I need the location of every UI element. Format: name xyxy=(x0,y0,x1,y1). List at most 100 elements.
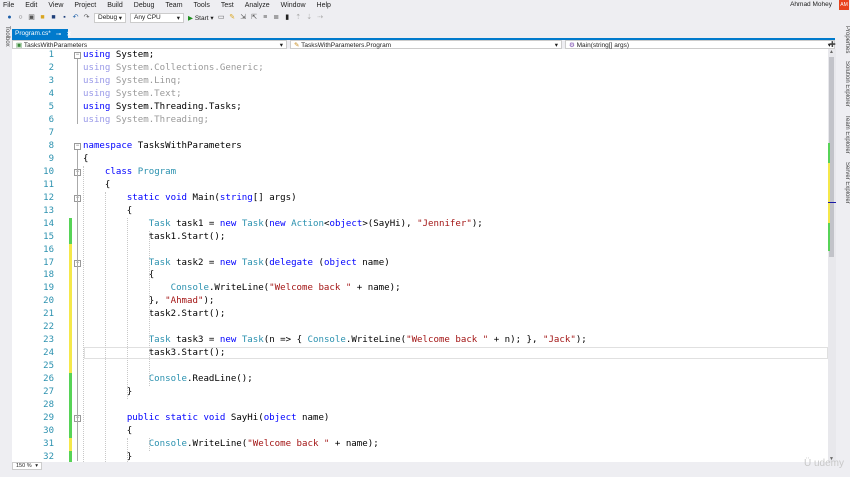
attach-icon[interactable]: ▭ xyxy=(218,14,225,21)
split-editor-icon[interactable]: ✚ xyxy=(829,40,836,49)
find-icon[interactable]: ✎ xyxy=(229,14,236,21)
menu-window[interactable]: Window xyxy=(281,2,306,9)
code-line[interactable]: using System.Threading.Tasks; xyxy=(83,101,242,114)
save-icon[interactable]: ■ xyxy=(50,14,57,21)
code-line[interactable]: Console.WriteLine("Welcome back " + name… xyxy=(83,282,401,295)
panel-tab-properties[interactable]: Properties xyxy=(838,26,850,53)
code-token: name) xyxy=(356,257,390,268)
prev-bookmark-icon[interactable]: ⇡ xyxy=(295,14,302,21)
code-editor[interactable]: 1 using System; 2 using System.Collections.… xyxy=(12,49,828,462)
start-button[interactable]: ▶ Start ▾ xyxy=(188,14,214,22)
code-line[interactable]: { xyxy=(83,179,110,192)
line-number: 19 xyxy=(43,283,54,294)
indent-guide xyxy=(149,438,150,452)
code-line[interactable]: using System.Threading; xyxy=(83,114,209,127)
configuration-dropdown[interactable]: Debug ▾ xyxy=(94,12,126,23)
project-dropdown[interactable]: ▣ TasksWithParameters ▾ xyxy=(12,40,287,49)
indent-guide xyxy=(127,217,128,400)
open-icon[interactable]: ■ xyxy=(39,14,46,21)
menu-debug[interactable]: Debug xyxy=(134,2,155,9)
code-token: TasksWithParameters xyxy=(132,140,242,151)
code-line[interactable]: using System; xyxy=(83,49,154,62)
toolbar: ● ○ ▣ ■ ■ ▪ ↶ ↷ Debug ▾ Any CPU ▾ ▶ Start … xyxy=(6,11,324,24)
uncomment-icon[interactable]: ≣ xyxy=(273,14,280,21)
code-token: } xyxy=(83,387,133,398)
panel-tab-solution-explorer[interactable]: Solution Explorer xyxy=(838,61,850,107)
member-dropdown[interactable]: ⚙ Main(string[] args) ▾ xyxy=(565,40,835,49)
tab-program-cs[interactable]: Program.cs* ⊸ ✕ xyxy=(12,29,72,38)
bookmark-icon[interactable]: ▮ xyxy=(284,14,291,21)
code-line[interactable]: { xyxy=(83,425,132,438)
collapse-icon[interactable]: − xyxy=(74,52,81,59)
menu-build[interactable]: Build xyxy=(107,2,123,9)
code-line[interactable]: Task task2 = new Task(delegate (object n… xyxy=(83,257,390,270)
code-line[interactable]: using System.Collections.Generic; xyxy=(83,62,264,75)
panel-tab-server-explorer[interactable]: Server Explorer xyxy=(838,162,850,204)
menu-project[interactable]: Project xyxy=(74,2,96,9)
line-number: 3 xyxy=(48,75,54,86)
code-token: .ReadLine(); xyxy=(187,374,253,385)
step-over-icon[interactable]: ⇱ xyxy=(251,14,258,21)
play-icon: ▶ xyxy=(188,14,193,22)
menu-analyze[interactable]: Analyze xyxy=(245,2,270,9)
code-line[interactable]: using System.Linq; xyxy=(83,75,182,88)
close-icon[interactable]: ✕ xyxy=(66,30,71,38)
menu-edit[interactable]: Edit xyxy=(25,2,37,9)
code-token: .WriteLine( xyxy=(345,335,407,346)
code-token: { xyxy=(83,270,155,281)
platform-dropdown[interactable]: Any CPU ▾ xyxy=(130,12,184,23)
toolbox-panel-tab[interactable]: Toolbox xyxy=(0,26,10,56)
collapse-icon[interactable]: − xyxy=(74,142,81,150)
menu-help[interactable]: Help xyxy=(317,2,331,9)
next-bookmark-icon[interactable]: ⇣ xyxy=(306,14,313,21)
pin-icon[interactable]: ⊸ xyxy=(56,30,61,38)
class-dropdown[interactable]: ✎ TasksWithParameters.Program ▾ xyxy=(290,40,562,49)
code-line[interactable]: namespace TasksWithParameters xyxy=(83,140,242,153)
code-token: Console xyxy=(170,283,209,294)
comment-icon[interactable]: ≡ xyxy=(262,14,269,21)
code-token: } xyxy=(83,452,133,462)
code-line[interactable]: Task task1 = new Task(new Action<object>… xyxy=(83,218,483,231)
step-icon[interactable]: ⇲ xyxy=(240,14,247,21)
menu-test[interactable]: Test xyxy=(221,2,234,9)
user-name[interactable]: Ahmad Mohey xyxy=(790,1,832,8)
undo-icon[interactable]: ↶ xyxy=(72,14,79,21)
code-token: using xyxy=(83,101,111,112)
vertical-scrollbar[interactable]: ▲ ▼ xyxy=(828,49,836,462)
redo-icon[interactable]: ↷ xyxy=(83,14,90,21)
member-value: Main(string[] args) xyxy=(576,41,630,49)
code-line[interactable]: { xyxy=(83,153,88,166)
menu-tools[interactable]: Tools xyxy=(194,2,210,9)
menu-team[interactable]: Team xyxy=(165,2,182,9)
code-line[interactable]: static void Main(string[] args) xyxy=(83,192,297,205)
line-number: 14 xyxy=(43,218,54,229)
code-line[interactable]: using System.Text; xyxy=(83,88,182,101)
menu-view[interactable]: View xyxy=(48,2,63,9)
code-line[interactable]: Console.ReadLine(); xyxy=(83,373,253,386)
scroll-up-icon[interactable]: ▲ xyxy=(829,49,834,55)
change-marker-green xyxy=(69,451,72,462)
indent-guide xyxy=(105,191,106,462)
forward-icon[interactable]: ○ xyxy=(17,14,24,21)
code-line[interactable]: } xyxy=(83,386,132,399)
avatar[interactable]: AM xyxy=(839,0,849,10)
code-line[interactable]: public static void SayHi(object name) xyxy=(83,412,330,425)
clear-bookmarks-icon[interactable]: ⇢ xyxy=(317,14,324,21)
code-line[interactable]: } xyxy=(83,451,132,462)
back-icon[interactable]: ● xyxy=(6,14,13,21)
save-all-icon[interactable]: ▪ xyxy=(61,14,68,21)
start-label: Start xyxy=(194,14,209,22)
line-number: 2 xyxy=(48,62,54,73)
code-token: new xyxy=(219,335,237,346)
menu-file[interactable]: File xyxy=(3,2,14,9)
code-line[interactable]: class Program xyxy=(83,166,176,179)
editor-status-bar: 150 % ▾ xyxy=(12,462,835,470)
zoom-dropdown[interactable]: 150 % ▾ xyxy=(12,462,42,470)
new-project-icon[interactable]: ▣ xyxy=(28,14,35,21)
code-line[interactable]: Task task3 = new Task(n => { Console.Wri… xyxy=(83,334,587,347)
code-line[interactable]: { xyxy=(83,269,155,282)
panel-tab-team-explorer[interactable]: Team Explorer xyxy=(838,115,850,154)
code-line[interactable]: { xyxy=(83,205,132,218)
change-marker-yellow xyxy=(69,438,72,452)
chevron-down-icon: ▾ xyxy=(176,14,180,22)
